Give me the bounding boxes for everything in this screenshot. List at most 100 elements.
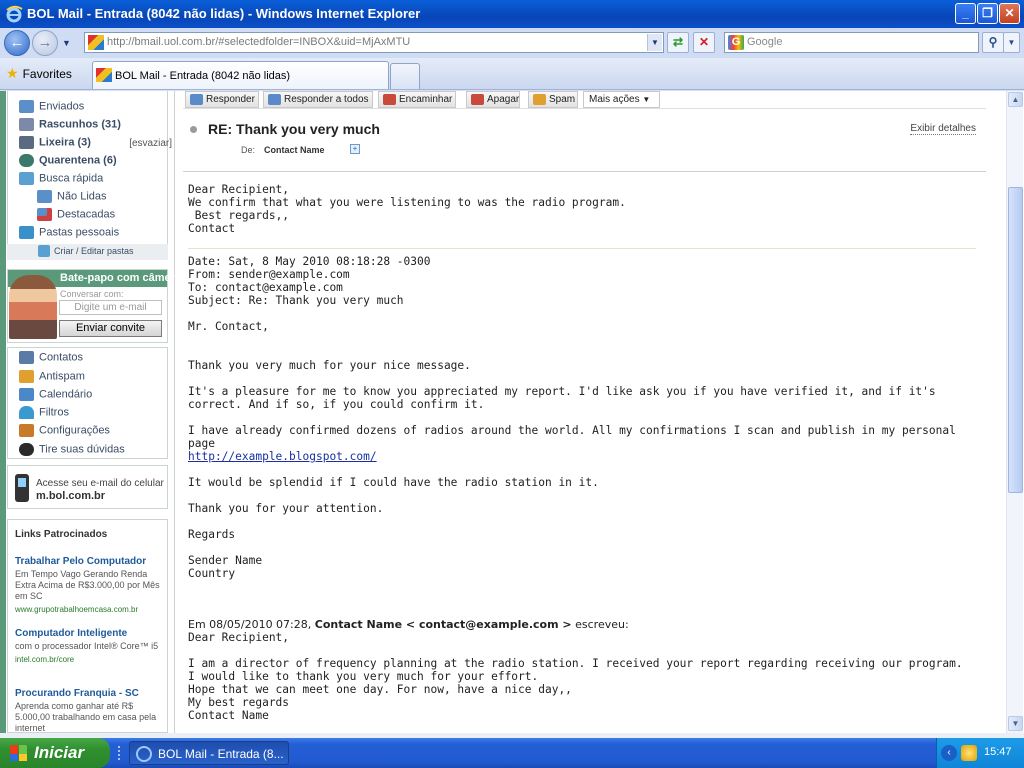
- ad-item[interactable]: Procurando Franquia - SC Aprenda como ga…: [15, 688, 163, 732]
- clock[interactable]: 15:47: [984, 746, 1012, 758]
- back-button[interactable]: ←: [4, 30, 30, 56]
- quoted-subject: Subject: Re: Thank you very much: [188, 294, 404, 307]
- blog-link[interactable]: http://example.blogspot.com/: [188, 450, 377, 463]
- show-hidden-icons-button[interactable]: ‹: [941, 745, 957, 761]
- mobile-access-banner[interactable]: Acesse seu e-mail do celular m.bol.com.b…: [7, 465, 168, 509]
- scroll-down-button[interactable]: ▼: [1008, 716, 1023, 731]
- folder-item-enviados[interactable]: Enviados: [19, 100, 84, 118]
- folder-label: Pastas pessoais: [39, 226, 120, 239]
- history-dropdown-icon[interactable]: ▼: [62, 38, 71, 48]
- more-actions-dropdown[interactable]: Mais ações ▼: [583, 91, 660, 108]
- tool-item-calendario[interactable]: Calendário: [19, 388, 92, 406]
- url-text[interactable]: http://bmail.uol.com.br/#selectedfolder=…: [107, 36, 410, 48]
- add-contact-icon[interactable]: +: [350, 144, 360, 154]
- scroll-thumb[interactable]: [1008, 187, 1023, 493]
- tool-item-contatos[interactable]: Contatos: [19, 351, 83, 369]
- scroll-up-button[interactable]: ▲: [1008, 92, 1023, 107]
- delete-button[interactable]: Apagar: [466, 91, 520, 108]
- folder-label: Enviados: [39, 100, 85, 113]
- reply-button[interactable]: Responder: [185, 91, 259, 108]
- new-tab-button[interactable]: [390, 63, 420, 89]
- greeting: Dear Recipient,: [188, 183, 290, 196]
- folder-item-pastas-pessoais[interactable]: Pastas pessoais: [19, 226, 119, 244]
- tool-item-filtros[interactable]: Filtros: [19, 406, 69, 424]
- filter-icon: [19, 406, 34, 419]
- search-box[interactable]: G Google: [724, 32, 979, 53]
- start-button[interactable]: Iniciar: [0, 738, 110, 768]
- tool-item-antispam[interactable]: Antispam: [19, 370, 85, 388]
- personal-folders-icon: [19, 226, 34, 239]
- url-dropdown-icon[interactable]: ▼: [647, 34, 662, 51]
- ad-item[interactable]: Computador Inteligente com o processador…: [15, 628, 163, 665]
- body-text: We confirm that what you were listening …: [188, 196, 626, 209]
- reply-icon: [190, 94, 203, 105]
- forward-message-button[interactable]: Encaminhar: [378, 91, 456, 108]
- reply-all-button[interactable]: Responder a todos: [263, 91, 373, 108]
- folder-item-rascunhos[interactable]: Rascunhos (31): [19, 118, 121, 136]
- search-options-button[interactable]: ▼: [1003, 32, 1020, 53]
- folder-item-nao-lidas[interactable]: Não Lidas: [37, 190, 107, 208]
- stop-icon: ✕: [698, 35, 710, 49]
- video-chat-panel: Bate-papo com câmera Conversar com: Digi…: [7, 269, 181, 343]
- taskbar-item-browser[interactable]: BOL Mail - Entrada (8...: [129, 741, 289, 765]
- more-actions-label: Mais ações: [589, 94, 640, 105]
- address-bar[interactable]: http://bmail.uol.com.br/#selectedfolder=…: [84, 32, 664, 53]
- address-toolbar: ← → ▼ http://bmail.uol.com.br/#selectedf…: [0, 28, 1024, 58]
- task-label: BOL Mail - Entrada (8...: [158, 747, 284, 761]
- message-header: RE: Thank you very much Exibir detalhes …: [183, 110, 986, 172]
- contacts-icon: [19, 351, 34, 364]
- mobile-phone-icon: [15, 474, 29, 502]
- ad-description: com o processador Intel® Core™ i5: [15, 641, 159, 651]
- vertical-scrollbar[interactable]: ▲ ▼: [1006, 91, 1023, 733]
- body-text: Contact Name: [188, 709, 269, 722]
- stop-button[interactable]: ✕: [693, 32, 715, 53]
- network-icon[interactable]: [961, 745, 977, 761]
- search-placeholder[interactable]: Google: [747, 36, 782, 48]
- folder-item-lixeira[interactable]: Lixeira (3) [esvaziar]: [19, 136, 172, 154]
- folder-item-destacadas[interactable]: Destacadas: [37, 208, 115, 226]
- read-status-icon: [190, 126, 197, 133]
- sender-name[interactable]: Contact Name: [264, 145, 325, 155]
- quoted-from: From: sender@example.com: [188, 268, 350, 281]
- favorites-bar: ★ Favorites BOL Mail - Entrada (8042 não …: [0, 58, 1024, 90]
- ad-url[interactable]: www.grupotrabalhoemcasa.com.br: [15, 604, 163, 615]
- reply-all-icon: [268, 94, 281, 105]
- spam-label: Spam: [549, 94, 576, 105]
- chevron-down-icon: ▼: [642, 95, 651, 105]
- create-folders-link[interactable]: Criar / Editar pastas: [7, 244, 168, 260]
- ad-title[interactable]: Computador Inteligente: [15, 628, 163, 639]
- quick-launch-grip[interactable]: [118, 746, 122, 760]
- ad-url[interactable]: intel.com.br/core: [15, 654, 163, 665]
- chat-email-input[interactable]: Digite um e-mail: [59, 300, 162, 315]
- ad-item[interactable]: Trabalhar Pelo Computador Em Tempo Vago …: [15, 556, 163, 615]
- minimize-button[interactable]: _: [955, 3, 976, 24]
- body-text: It would be splendid if I could have the…: [188, 476, 599, 489]
- show-details-link[interactable]: Exibir detalhes: [910, 123, 976, 135]
- signature-name: Sender Name: [188, 554, 263, 567]
- maximize-button[interactable]: ❐: [977, 3, 998, 24]
- spam-button[interactable]: Spam: [528, 91, 578, 108]
- reply-label: Responder: [206, 94, 255, 105]
- ad-title[interactable]: Procurando Franquia - SC: [15, 688, 163, 699]
- send-invite-button[interactable]: Enviar convite: [59, 320, 162, 337]
- tool-item-duvidas[interactable]: Tire suas dúvidas: [19, 443, 125, 461]
- close-window-button[interactable]: ✕: [999, 3, 1020, 24]
- favorites-button[interactable]: ★ Favorites: [6, 65, 72, 82]
- edit-folder-icon: [38, 245, 50, 257]
- folder-item-quarentena[interactable]: Quarentena (6): [19, 154, 117, 172]
- body-text: I would like to thank you very much for …: [188, 670, 539, 683]
- mobile-url: m.bol.com.br: [36, 490, 106, 502]
- refresh-button[interactable]: ⇄: [667, 32, 689, 53]
- tool-item-configuracoes[interactable]: Configurações: [19, 424, 110, 442]
- quarantine-icon: [19, 154, 34, 167]
- browser-tab[interactable]: BOL Mail - Entrada (8042 não lidas): [92, 61, 389, 89]
- empty-trash-link[interactable]: [esvaziar]: [129, 138, 172, 149]
- body-text: Dear Recipient,: [188, 631, 290, 644]
- forward-button[interactable]: →: [32, 30, 58, 56]
- folder-item-busca-rapida[interactable]: Busca rápida: [19, 172, 103, 190]
- search-button[interactable]: ⚲: [982, 32, 1004, 53]
- system-tray: ‹ 15:47: [936, 738, 1024, 768]
- ad-title[interactable]: Trabalhar Pelo Computador: [15, 556, 163, 567]
- body-text: Best regards,,: [188, 209, 290, 222]
- help-icon: [19, 443, 34, 456]
